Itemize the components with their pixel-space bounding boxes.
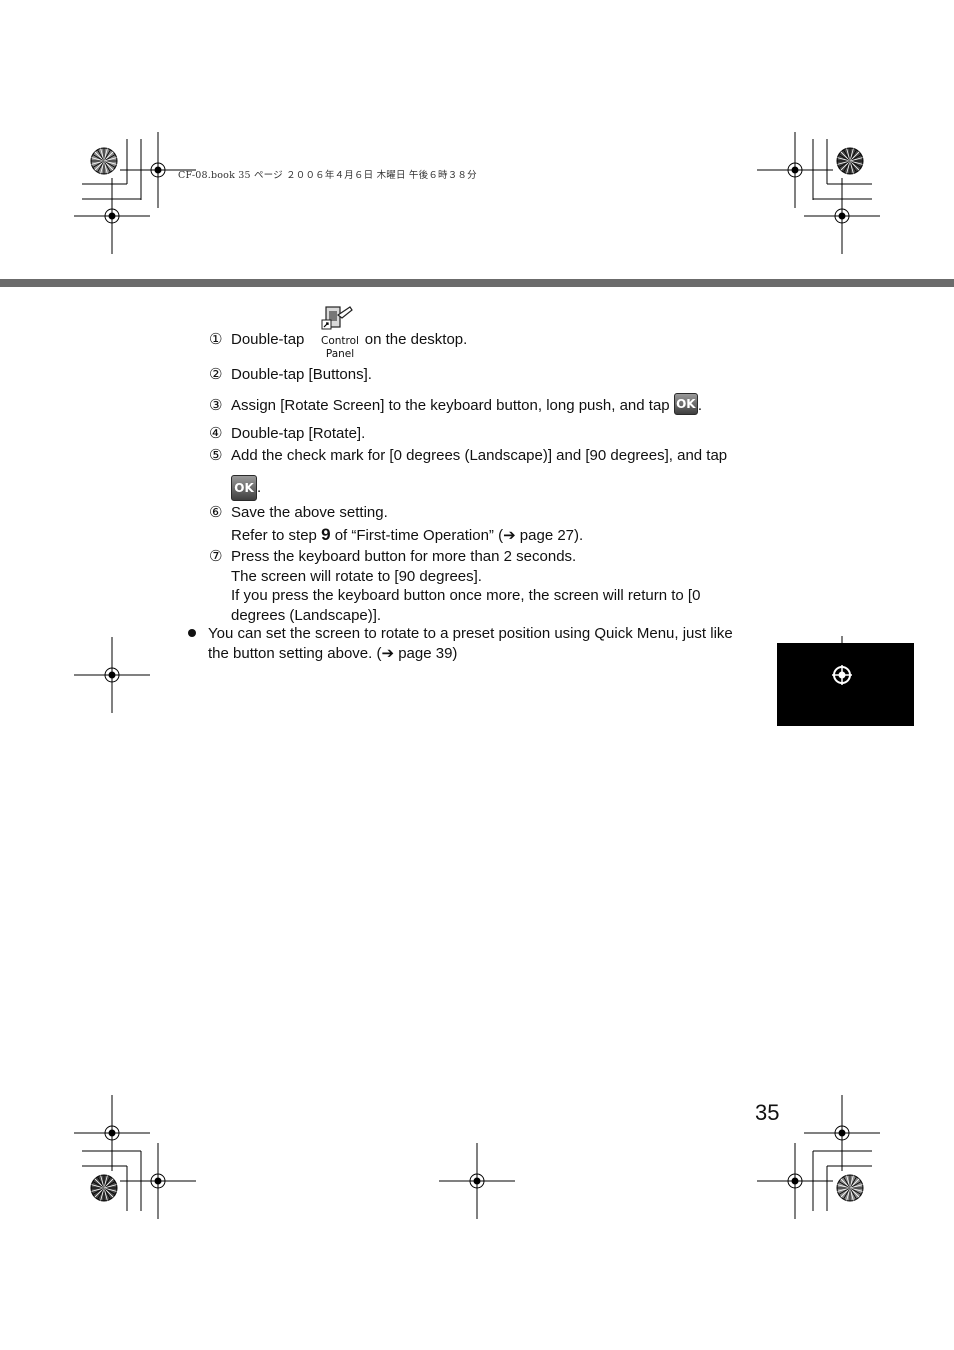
note-line: You can set the screen to rotate to a pr… — [208, 625, 733, 642]
print-header-info: CF-08.book 35 ページ ２００６年４月６日 木曜日 午後６時３８分 — [178, 170, 477, 181]
step-text: on the desktop. — [364, 331, 468, 348]
crosshair-mark-icon — [74, 1095, 150, 1171]
chapter-side-tab — [777, 643, 914, 726]
step-number: ⑥ — [209, 504, 223, 521]
step-text: Refer to step — [231, 526, 317, 544]
top-rule-bar — [0, 279, 954, 287]
control-panel-icon[interactable]: Control Panel — [318, 303, 362, 363]
step-number: ④ — [209, 425, 223, 442]
sunburst-mark-icon — [90, 147, 118, 175]
crosshair-mark-icon — [74, 178, 150, 254]
crosshair-mark-icon — [757, 132, 833, 208]
registration-crosshair-icon — [832, 665, 852, 685]
crosshair-mark-icon — [120, 1143, 196, 1219]
step-text: . — [697, 397, 702, 414]
page-reference-link[interactable]: of “First-time Operation” (➔ page 27). — [335, 527, 583, 544]
crosshair-mark-icon — [804, 178, 880, 254]
note-text: You can set the screen to rotate to a pr… — [208, 624, 773, 664]
crosshair-mark-icon — [757, 1143, 833, 1219]
step-number: ① — [209, 331, 223, 348]
step-text: degrees (Landscape)]. — [231, 606, 382, 624]
step-text: Add the check mark for [0 degrees (Lands… — [231, 447, 728, 464]
step-text: Save the above setting. — [231, 504, 388, 521]
sunburst-mark-icon — [90, 1174, 118, 1202]
step-number: ② — [209, 366, 223, 383]
step-number: ⑤ — [209, 447, 223, 464]
step-text: Assign [Rotate Screen] to the keyboard b… — [231, 397, 670, 414]
crosshair-mark-icon — [804, 1095, 880, 1171]
step-text: . — [257, 478, 262, 496]
step-text: If you press the keyboard button once mo… — [231, 587, 701, 604]
sunburst-mark-icon — [836, 147, 864, 175]
icon-caption: Control — [321, 335, 359, 347]
ok-button[interactable]: OK — [673, 393, 698, 416]
step-text: Press the keyboard button for more than … — [231, 548, 577, 565]
step-number: ⑦ — [209, 548, 223, 565]
step-number: ③ — [209, 397, 223, 414]
step-text: Double-tap [Buttons]. — [231, 366, 372, 383]
step-text: Double-tap [Rotate]. — [231, 425, 366, 442]
crosshair-mark-icon — [74, 637, 150, 713]
step-text: Double-tap — [231, 331, 305, 348]
bullet-icon — [188, 629, 196, 637]
page-reference-link[interactable]: the button setting above. (➔ page 39) — [208, 644, 773, 664]
step-text: The screen will rotate to [90 degrees]. — [231, 567, 482, 585]
ok-button[interactable]: OK — [231, 474, 257, 501]
control-panel-glyph-icon — [321, 306, 353, 330]
step-reference-number: 9 — [321, 524, 331, 544]
page-number: 35 — [755, 1100, 780, 1125]
sunburst-mark-icon — [836, 1174, 864, 1202]
icon-caption: Panel — [325, 348, 355, 360]
crosshair-mark-icon — [439, 1143, 515, 1219]
